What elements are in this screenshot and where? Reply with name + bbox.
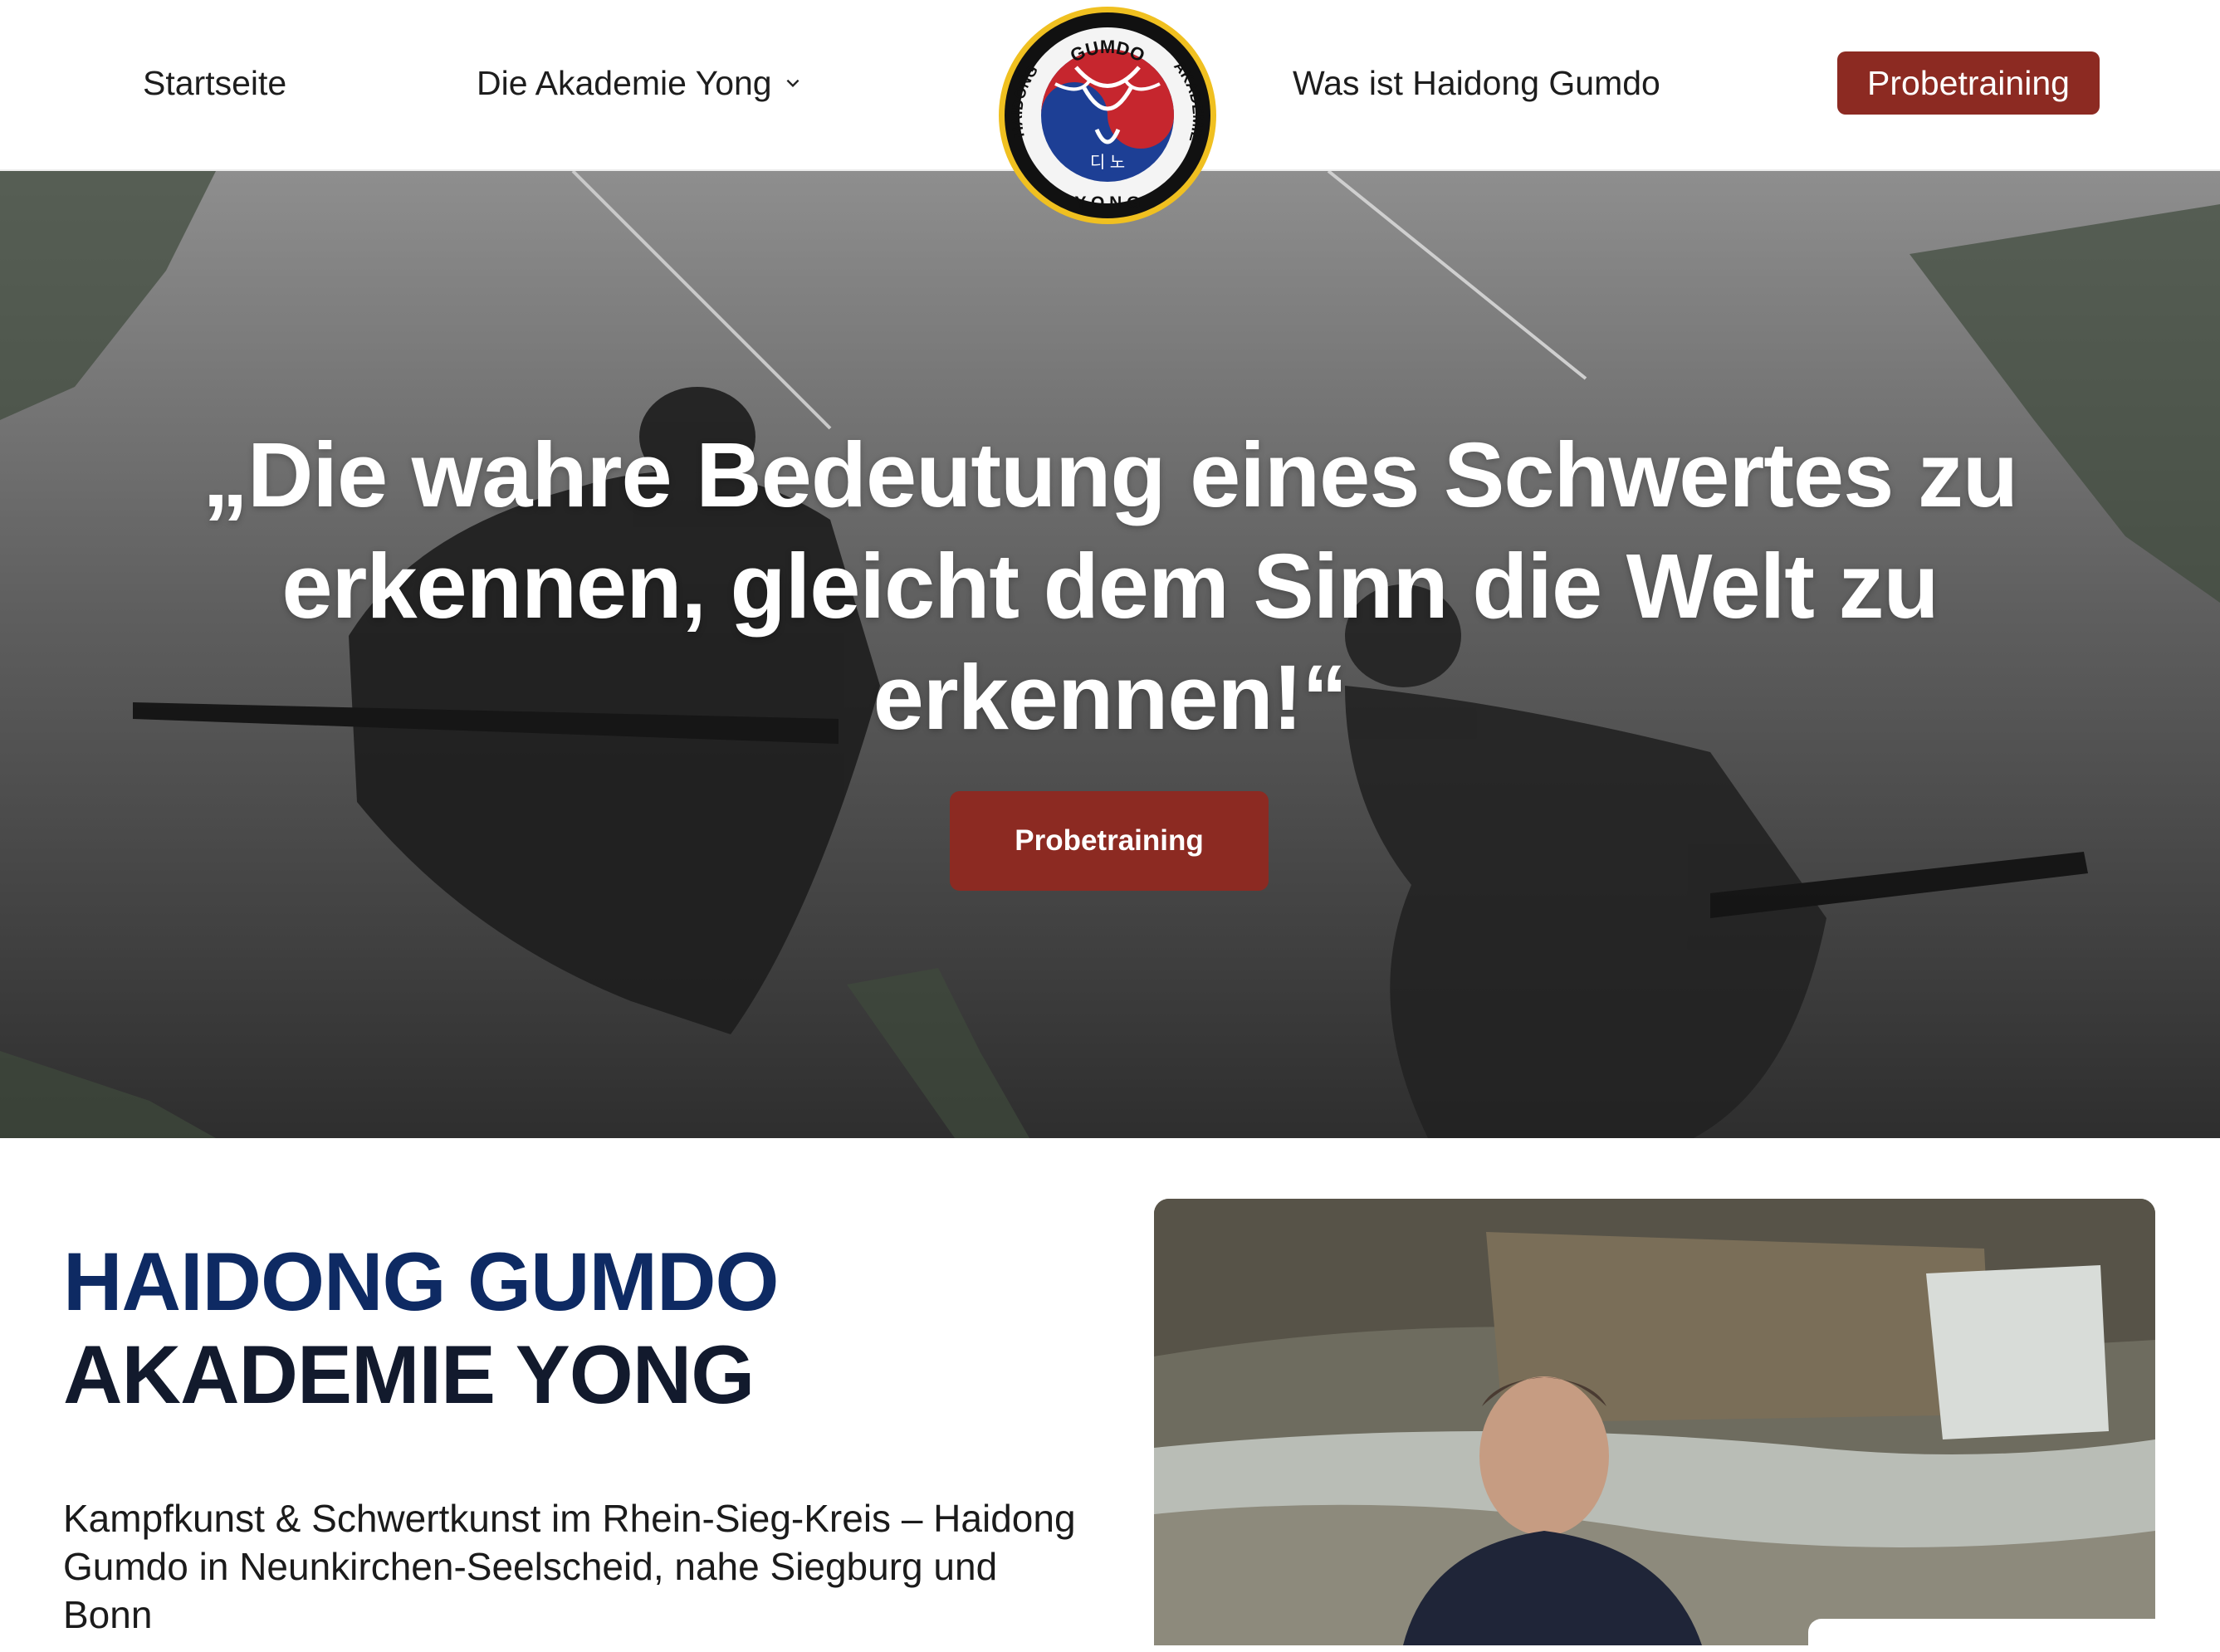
- instructor-photo: [1154, 1199, 2155, 1645]
- intro-title-line1: HAIDONG GUMDO: [63, 1235, 779, 1327]
- nav-akademie-dropdown[interactable]: Die Akademie Yong: [477, 60, 802, 106]
- nav-startseite[interactable]: Startseite: [143, 60, 286, 106]
- logo-bottom-text: Y O N G: [1075, 193, 1141, 213]
- chevron-down-icon: [786, 79, 799, 88]
- intro-title: HAIDONG GUMDO AKADEMIE YONG: [63, 1235, 779, 1421]
- hero-probetraining-button[interactable]: Probetraining: [950, 791, 1269, 891]
- academy-logo[interactable]: GUMDO HAIDONG AKADEMIE 디 노 Y O N G: [997, 5, 1218, 226]
- nav-probetraining-button[interactable]: Probetraining: [1837, 51, 2100, 115]
- hero-section: „Die wahre Bedeutung eines Schwertes zu …: [0, 171, 2220, 1138]
- logo-hangul: 디 노: [1090, 153, 1125, 172]
- intro-subtitle: Kampfkunst & Schwertkunst im Rhein-Sieg-…: [63, 1497, 1076, 1636]
- nav-was-ist-haidong-gumdo[interactable]: Was ist Haidong Gumdo: [1293, 60, 1660, 106]
- intro-title-line2: AKADEMIE YONG: [63, 1328, 755, 1420]
- hero-quote: „Die wahre Bedeutung eines Schwertes zu …: [202, 424, 2018, 749]
- nav-akademie-label: Die Akademie Yong: [477, 64, 772, 102]
- photo-overlay-card: [1808, 1619, 2157, 1652]
